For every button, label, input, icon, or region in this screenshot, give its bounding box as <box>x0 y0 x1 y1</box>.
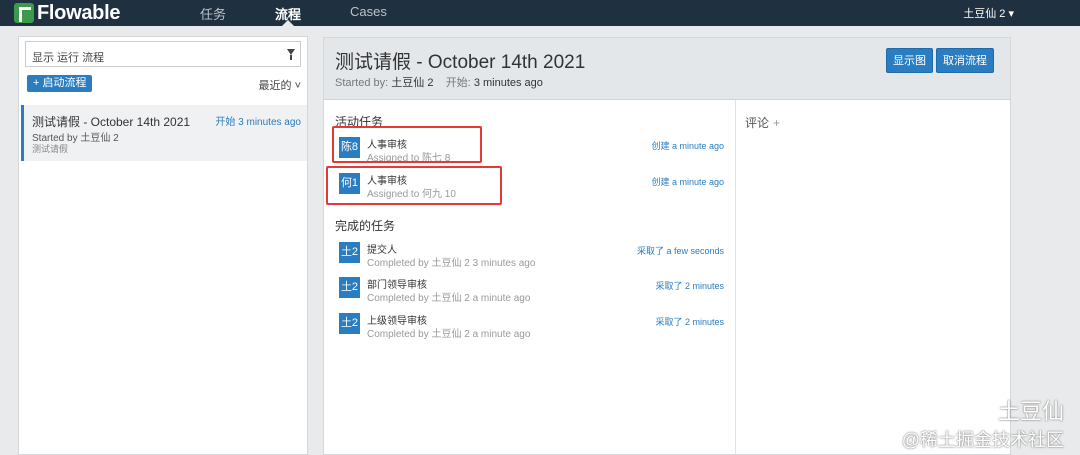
cancel-process-button[interactable]: 取消流程 <box>936 48 994 73</box>
nav-tab-cases[interactable]: Cases <box>350 4 387 19</box>
user-menu[interactable]: 土豆仙 2 ▾ <box>963 5 1014 21</box>
process-list-item[interactable]: 测试请假 - October 14th 2021 开始 3 minutes ag… <box>21 105 307 161</box>
task-duration: 采取了 2 minutes <box>655 317 724 327</box>
page-title: 测试请假 - October 14th 2021 <box>335 52 586 73</box>
process-item-title: 测试请假 - October 14th 2021 <box>32 115 191 129</box>
watermark-author: 土豆仙 <box>997 399 1064 424</box>
comments-label: 评论 <box>745 116 770 130</box>
start-label: 开始: <box>445 77 471 89</box>
column-divider <box>735 100 736 455</box>
top-navbar: Flowable 任务 流程 Cases 土豆仙 2 ▾ <box>0 0 1080 26</box>
task-duration: 采取了 2 minutes <box>655 281 724 291</box>
completed-task-item[interactable]: 土2 提交人 Completed by 土豆仙 2 3 minutes ago … <box>339 241 724 271</box>
flowable-logo[interactable]: Flowable <box>14 2 120 24</box>
task-duration: 采取了 a few seconds <box>636 246 724 256</box>
task-completed-by: Completed by 土豆仙 2 3 minutes ago <box>367 258 536 269</box>
filter-icon[interactable] <box>287 49 295 60</box>
watermark: 土豆仙 @稀土掘金技术社区 <box>902 394 1064 452</box>
completed-tasks-title: 完成的任务 <box>335 219 396 233</box>
show-diagram-button[interactable]: 显示图 <box>886 48 933 73</box>
sort-select[interactable]: 最近的 ˅ <box>259 77 301 93</box>
completed-task-item[interactable]: 土2 部门领导审核 Completed by 土豆仙 2 a minute ag… <box>339 276 724 306</box>
filter-text: 显示 运行 流程 <box>32 52 105 64</box>
process-list-panel: 显示 运行 流程 + 启动流程 最近的 ˅ 测试请假 - October 14t… <box>18 36 308 455</box>
start-value: 3 minutes ago <box>473 77 543 89</box>
assignee-avatar: 土2 <box>339 242 360 263</box>
process-filter[interactable]: 显示 运行 流程 <box>25 41 301 67</box>
task-completed-by: Completed by 土豆仙 2 a minute ago <box>367 293 531 304</box>
task-created-time: 创建 a minute ago <box>651 177 724 187</box>
brand-name: Flowable <box>37 1 121 24</box>
task-created-time: 创建 a minute ago <box>651 141 724 151</box>
process-header: 测试请假 - October 14th 2021 Started by: 土豆仙… <box>324 38 1010 100</box>
watermark-source: @稀土掘金技术社区 <box>901 430 1064 450</box>
process-meta: Started by: 土豆仙 2 开始: 3 minutes ago <box>335 74 543 90</box>
flowable-logo-icon <box>14 3 34 23</box>
started-by-value: 土豆仙 2 <box>391 77 434 89</box>
process-item-time: 开始 3 minutes ago <box>215 117 301 128</box>
comments-header: 评论 + <box>745 114 780 131</box>
active-tab-indicator <box>282 20 294 26</box>
start-process-button[interactable]: + 启动流程 <box>27 75 93 92</box>
process-item-definition: 测试请假 <box>32 144 69 154</box>
nav-tab-tasks[interactable]: 任务 <box>200 4 226 23</box>
highlight-box <box>326 166 502 205</box>
completed-task-item[interactable]: 土2 上级领导审核 Completed by 土豆仙 2 a minute ag… <box>339 312 724 342</box>
assignee-avatar: 土2 <box>339 277 360 298</box>
highlight-box <box>332 126 482 163</box>
started-by-label: Started by: <box>335 77 389 89</box>
assignee-avatar: 土2 <box>339 313 360 334</box>
task-completed-by: Completed by 土豆仙 2 a minute ago <box>367 329 531 340</box>
process-detail-panel: 测试请假 - October 14th 2021 Started by: 土豆仙… <box>323 37 1011 455</box>
add-comment-icon[interactable]: + <box>773 116 780 130</box>
